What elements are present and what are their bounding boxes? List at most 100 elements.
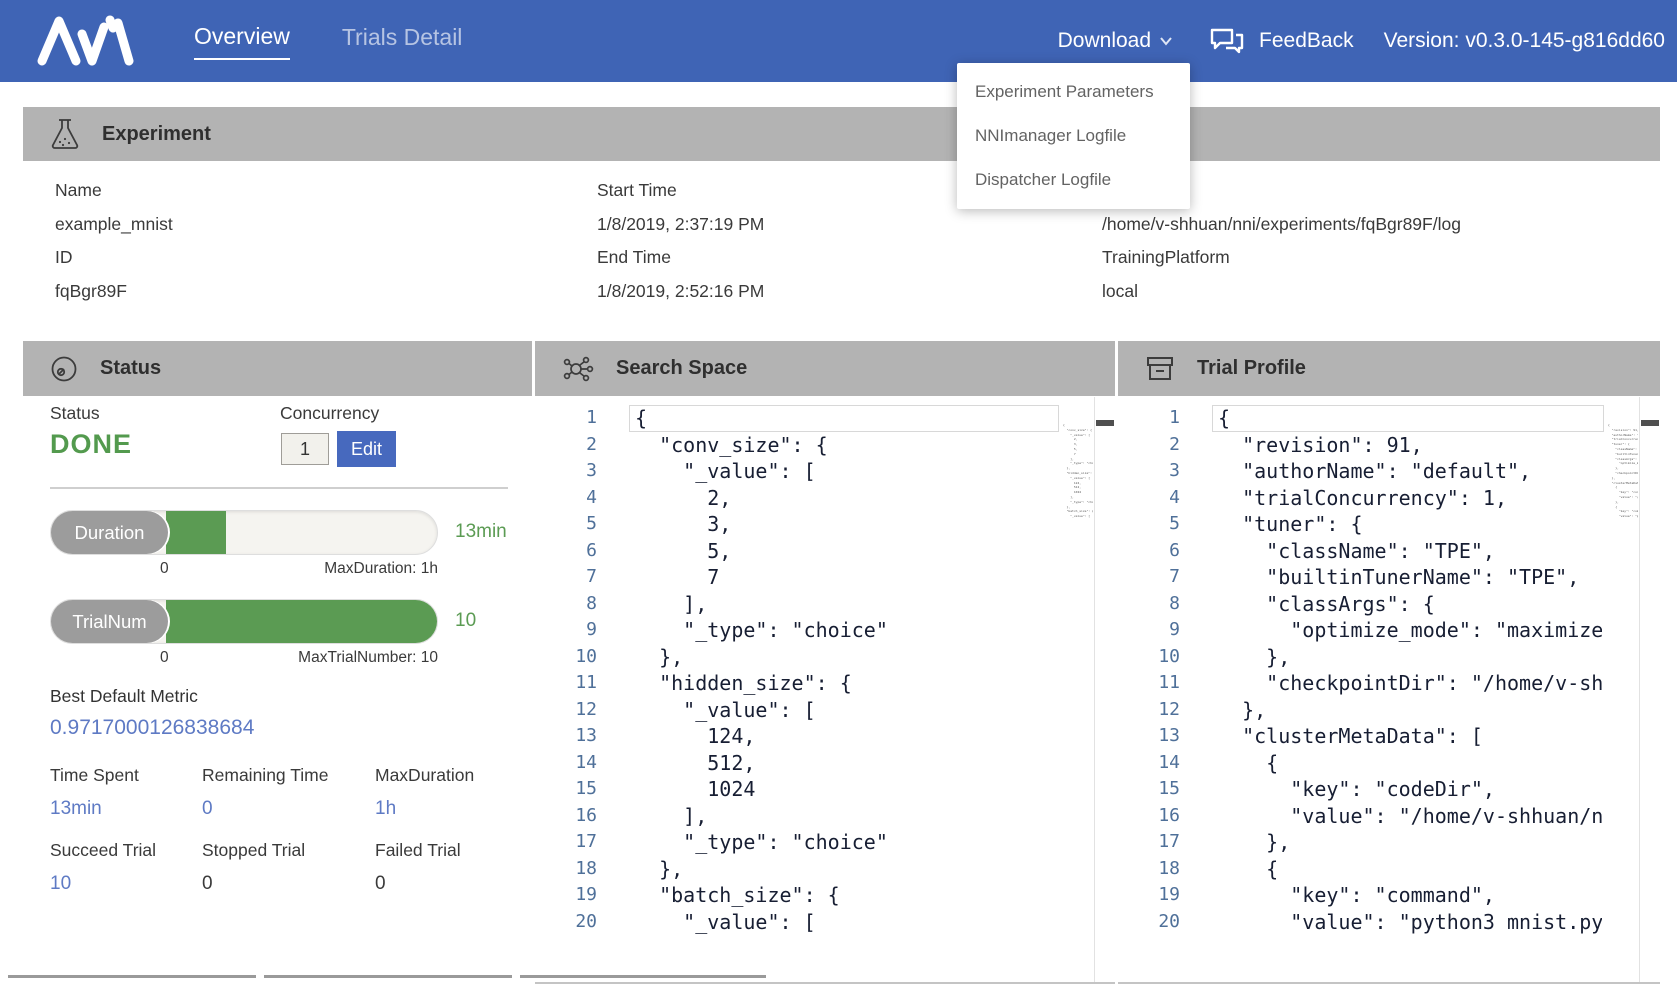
field-label: ID (55, 242, 565, 276)
code-line: "value": "python3 mnist.py" (1218, 909, 1602, 936)
download-menu-item[interactable]: Dispatcher Logfile (957, 158, 1190, 202)
field-value: example_mnist (55, 209, 565, 243)
line-number: 14 (1118, 750, 1180, 777)
code-line: { (635, 405, 1057, 432)
code-line: 2, (635, 485, 1057, 512)
version-text: Version: v0.3.0-145-g816dd60 (1384, 29, 1665, 53)
line-number: 2 (1118, 432, 1180, 459)
line-number: 8 (535, 591, 597, 618)
gauge-icon (50, 355, 78, 383)
field-label: End Time (597, 242, 1070, 276)
field-value: /home/v-shhuan/nni/experiments/fqBgr89F/… (1102, 209, 1660, 243)
duration-value: 13min (455, 521, 507, 543)
trial-profile-section-header: Trial Profile (1118, 341, 1660, 396)
line-number: 18 (1118, 856, 1180, 883)
line-number: 9 (535, 617, 597, 644)
stat-remaining-time: Remaining Time 0 (202, 765, 375, 820)
line-number: 12 (535, 697, 597, 724)
line-number: 4 (535, 485, 597, 512)
code-line: "_type": "choice" (635, 829, 1057, 856)
trial-profile-code: { "revision": 91, "authorName": "default… (1218, 405, 1602, 935)
search-space-editor[interactable]: 1234567891011121314151617181920 { "conv_… (535, 397, 1115, 984)
code-line: }, (1218, 697, 1602, 724)
download-button[interactable]: Download (1058, 29, 1173, 53)
line-number: 3 (535, 458, 597, 485)
stat-max-duration: MaxDuration 1h (375, 765, 510, 820)
minimap[interactable]: { "revision": 91, "authorName": "default… (1608, 423, 1638, 653)
download-menu-item[interactable]: NNImanager Logfile (957, 114, 1190, 158)
tab-overview[interactable]: Overview (194, 23, 290, 60)
line-number-gutter: 1234567891011121314151617181920 (535, 405, 597, 935)
code-line: }, (1218, 644, 1602, 671)
line-number: 6 (535, 538, 597, 565)
experiment-title: Experiment (102, 123, 211, 146)
tab-trials-detail[interactable]: Trials Detail (342, 24, 463, 59)
trialnum-bar-label: TrialNum (51, 600, 168, 643)
line-number: 4 (1118, 485, 1180, 512)
search-space-title: Search Space (616, 357, 747, 380)
field-label: Name (55, 175, 565, 209)
scrollbar-thumb[interactable] (1641, 420, 1659, 426)
download-menu: Experiment Parameters NNImanager Logfile… (957, 63, 1190, 209)
concurrency-input[interactable] (281, 433, 329, 465)
line-number: 6 (1118, 538, 1180, 565)
duration-min: 0 (160, 560, 169, 578)
line-number: 12 (1118, 697, 1180, 724)
bottom-border-segment (520, 975, 766, 978)
line-number: 9 (1118, 617, 1180, 644)
status-section-header: Status (23, 341, 532, 396)
trial-profile-editor[interactable]: 1234567891011121314151617181920 { "revis… (1118, 397, 1660, 984)
download-label: Download (1058, 29, 1151, 53)
scrollbar-thumb[interactable] (1096, 420, 1114, 426)
minimap[interactable]: { "conv_size": { "_value": [ 2, 3, 5, 7 … (1063, 423, 1093, 653)
line-number: 10 (1118, 644, 1180, 671)
line-number: 3 (1118, 458, 1180, 485)
line-number: 5 (1118, 511, 1180, 538)
line-number: 17 (535, 829, 597, 856)
code-line: "trialConcurrency": 1, (1218, 485, 1602, 512)
divider (50, 487, 508, 489)
code-line: "className": "TPE", (1218, 538, 1602, 565)
code-line: "checkpointDir": "/home/v-shhu (1218, 670, 1602, 697)
code-line: "key": "command", (1218, 882, 1602, 909)
duration-bar-label: Duration (51, 511, 168, 554)
code-line: "hidden_size": { (635, 670, 1057, 697)
stat-failed-trial: Failed Trial 0 (375, 840, 510, 895)
scrollbar-track (1094, 397, 1095, 982)
line-number: 8 (1118, 591, 1180, 618)
line-number: 13 (1118, 723, 1180, 750)
code-line: ], (635, 591, 1057, 618)
trial-profile-title: Trial Profile (1197, 357, 1306, 380)
edit-button[interactable]: Edit (337, 431, 396, 467)
line-number-gutter: 1234567891011121314151617181920 (1118, 405, 1180, 935)
line-number: 16 (1118, 803, 1180, 830)
trialnum-max: MaxTrialNumber: 10 (298, 649, 438, 667)
line-number: 5 (535, 511, 597, 538)
code-line: "_value": [ (635, 909, 1057, 936)
nni-logo (34, 14, 138, 68)
code-line: "authorName": "default", (1218, 458, 1602, 485)
line-number: 18 (535, 856, 597, 883)
code-line: { (1218, 750, 1602, 777)
line-number: 19 (1118, 882, 1180, 909)
download-menu-item[interactable]: Experiment Parameters (957, 70, 1190, 114)
archive-box-icon (1145, 355, 1175, 383)
field-value: fqBgr89F (55, 276, 565, 310)
code-line: "clusterMetaData": [ (1218, 723, 1602, 750)
code-line: 7 (635, 564, 1057, 591)
chevron-down-icon (1159, 36, 1173, 46)
code-line: "classArgs": { (1218, 591, 1602, 618)
duration-progress-bar: Duration (50, 510, 438, 555)
feedback-link[interactable]: FeedBack (1259, 29, 1354, 53)
line-number: 1 (1118, 405, 1180, 432)
best-metric-value: 0.9717000126838684 (50, 716, 254, 740)
code-line: 3, (635, 511, 1057, 538)
line-number: 20 (535, 909, 597, 936)
code-line: { (1218, 405, 1602, 432)
trialnum-progress-fill (166, 600, 437, 643)
bottom-border-segment (8, 975, 256, 978)
code-line: }, (1218, 829, 1602, 856)
status-title: Status (100, 357, 161, 380)
feedback-label: FeedBack (1259, 29, 1354, 53)
status-panel: Status Concurrency DONE Edit Duration 13… (23, 397, 532, 984)
